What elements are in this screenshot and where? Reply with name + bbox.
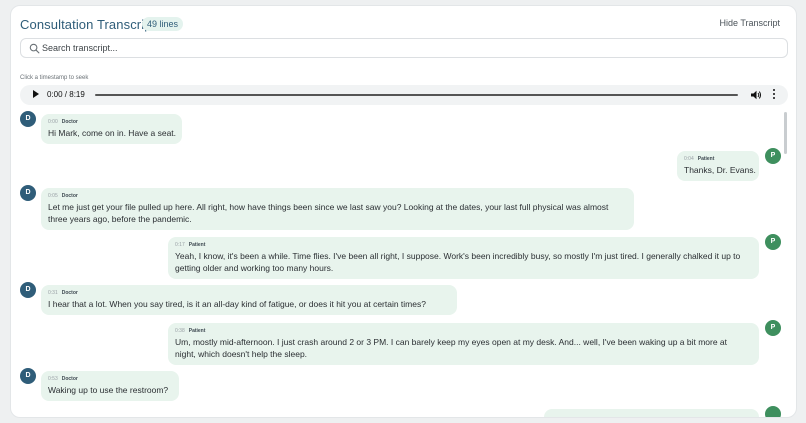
- message-text: Thanks, Dr. Evans.: [684, 165, 756, 175]
- more-vertical-icon[interactable]: [772, 89, 776, 101]
- seek-hint: Click a timestamp to seek: [20, 75, 89, 81]
- doctor-avatar: D: [20, 368, 36, 384]
- transcript-list: D 0:00 Doctor Hi Mark, come on in. Have a…: [11, 110, 796, 417]
- message-bubble: 0:00 Doctor Hi Mark, come on in. Have a s…: [41, 114, 182, 144]
- transcript-panel: Consultation Transcript 49 lines Hide Tr…: [10, 5, 797, 418]
- timestamp-link[interactable]: 0:05: [48, 193, 58, 199]
- message-bubble: 0:17 Patient Yeah, I know, it's been a wh…: [168, 237, 759, 279]
- message-bubble: 0:31 Doctor I hear that a lot. When you s…: [41, 285, 457, 315]
- message-bubble: 0:04 Patient Thanks, Dr. Evans.: [677, 151, 759, 181]
- search-input[interactable]: [42, 40, 772, 56]
- speaker-label: Patient: [188, 242, 206, 248]
- speaker-label: Patient: [697, 156, 715, 162]
- doctor-avatar: D: [20, 282, 36, 298]
- message-text: Yeah, I know, it's been a while. Time fl…: [175, 251, 741, 261]
- timestamp-link[interactable]: 0:00: [48, 119, 58, 125]
- search-icon: [29, 43, 40, 54]
- timestamp-link[interactable]: 0:17: [175, 242, 185, 248]
- message-text: I hear that a lot. When you say tired, i…: [48, 299, 426, 309]
- doctor-avatar: D: [20, 185, 36, 201]
- message-bubble: [544, 409, 759, 417]
- patient-avatar: [765, 406, 781, 417]
- speaker-label: Doctor: [61, 193, 78, 199]
- line-count-badge: 49 lines: [142, 17, 184, 31]
- patient-avatar: P: [765, 148, 781, 164]
- timestamp-link[interactable]: 0:38: [175, 328, 185, 334]
- message-text: getting older and working too many hours…: [175, 263, 334, 273]
- patient-avatar: P: [765, 234, 781, 250]
- message-text: night, which doesn't help the sleep.: [175, 349, 308, 359]
- message-text: Um, mostly mid-afternoon. I just crash a…: [175, 337, 728, 347]
- doctor-avatar: D: [20, 111, 36, 127]
- message-text: Waking up to use the restroom?: [48, 385, 169, 395]
- audio-player: 0:00 / 8:19: [20, 85, 788, 105]
- message-bubble: 0:38 Patient Um, mostly mid-afternoon. I …: [168, 323, 759, 365]
- message-text: three years ago, before the pandemic.: [48, 214, 192, 224]
- volume-icon[interactable]: [750, 89, 762, 101]
- message-text: Let me just get your file pulled up here…: [48, 202, 609, 212]
- message-bubble: 0:53 Doctor Waking up to use the restroom…: [41, 371, 179, 401]
- play-icon[interactable]: [33, 90, 39, 98]
- scrollbar-thumb[interactable]: [784, 112, 787, 154]
- playback-time: 0:00 / 8:19: [47, 90, 85, 99]
- message-text: Hi Mark, come on in. Have a seat.: [48, 128, 177, 138]
- search-box: [20, 38, 788, 58]
- timestamp-link[interactable]: 0:31: [48, 290, 58, 296]
- timestamp-link[interactable]: 0:04: [684, 156, 694, 162]
- transcript-header: Consultation Transcript 49 lines Hide Tr…: [20, 17, 787, 37]
- hide-transcript-button[interactable]: Hide Transcript: [719, 18, 780, 28]
- message-bubble: 0:05 Doctor Let me just get your file pul…: [41, 188, 634, 230]
- timestamp-link[interactable]: 0:53: [48, 376, 58, 382]
- seek-bar[interactable]: [95, 94, 738, 96]
- speaker-label: Doctor: [61, 290, 78, 296]
- speaker-label: Doctor: [61, 376, 78, 382]
- speaker-label: Doctor: [61, 119, 78, 125]
- page-title: Consultation Transcript: [20, 17, 156, 32]
- patient-avatar: P: [765, 320, 781, 336]
- speaker-label: Patient: [188, 328, 206, 334]
